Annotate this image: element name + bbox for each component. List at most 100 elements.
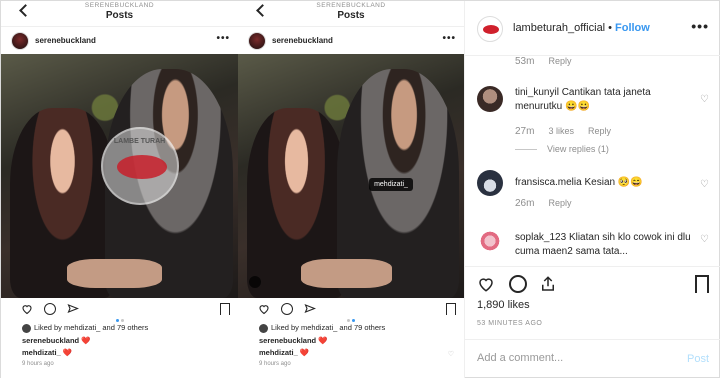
- add-comment-bar: Post: [465, 339, 720, 378]
- top-title: Posts: [105, 10, 134, 21]
- avatar[interactable]: [11, 32, 29, 50]
- view-replies-line: [515, 149, 537, 151]
- caption-heart: ❤️: [318, 336, 328, 345]
- post-button[interactable]: Post: [687, 353, 709, 365]
- post-header: serenebuckland •••: [238, 28, 464, 54]
- comment-time: 27m: [515, 126, 535, 137]
- comment-like-icon[interactable]: ♡: [700, 94, 709, 105]
- liked-by[interactable]: Liked by mehdizati_ and 79 others: [22, 323, 232, 333]
- comment-likes[interactable]: 3 likes: [548, 126, 574, 136]
- commenter-name[interactable]: soplak_123: [515, 232, 566, 243]
- separator-dot: •: [608, 22, 612, 34]
- comment-like-icon[interactable]: ♡: [700, 234, 709, 245]
- time-ago: 9 hours ago: [259, 361, 291, 367]
- comment: mehdizati_ ❤️: [22, 348, 232, 357]
- commenter-name[interactable]: fransisca.melia: [515, 177, 582, 188]
- view-replies-label: View replies (1): [547, 144, 609, 154]
- comment-body: tini_kunyil Cantikan tata janeta menurut…: [515, 86, 691, 114]
- comment-time: 53m: [515, 56, 535, 67]
- liked-by[interactable]: Liked by mehdizati_ and 79 others: [259, 323, 458, 333]
- watermark-logo: LAMBE TURAH: [100, 127, 179, 206]
- post-side-panel: lambeturah_official • Follow ••• 53m Reply …: [464, 1, 720, 378]
- comment-like-icon[interactable]: ♡: [700, 179, 709, 190]
- posted-time: 53 MINUTES AGO: [477, 320, 543, 327]
- comment-like-icon[interactable]: ♡: [448, 350, 454, 358]
- lips-icon: [116, 155, 167, 180]
- caption-user[interactable]: serenebuckland: [22, 336, 79, 345]
- screenshot-frame: SERENEBUCKLAND Posts serenebuckland ••• …: [0, 0, 720, 378]
- post-username[interactable]: serenebuckland: [35, 36, 96, 45]
- send-icon[interactable]: [304, 303, 316, 315]
- top-username: SERENEBUCKLAND: [84, 2, 155, 9]
- post-header: serenebuckland •••: [1, 28, 238, 54]
- comment-body: soplak_123 Kliatan sih klo cowok ini dlu…: [515, 231, 691, 259]
- comment-text: Kesian 🥺😄: [584, 177, 643, 188]
- commenter-avatar[interactable]: [477, 228, 503, 254]
- avatar[interactable]: [248, 32, 266, 50]
- post-username[interactable]: serenebuckland: [272, 36, 333, 45]
- top-username: SERENEBUCKLAND: [316, 2, 386, 9]
- caption: serenebuckland ❤️: [259, 336, 458, 345]
- comment-icon[interactable]: [44, 303, 56, 315]
- top-bar: SERENEBUCKLAND Posts: [1, 1, 238, 27]
- more-options-icon[interactable]: •••: [691, 18, 709, 34]
- photo-hands: [67, 258, 163, 289]
- photo-hands: [301, 258, 392, 289]
- post-actions: [238, 299, 464, 322]
- liked-by-text: Liked by mehdizati_ and 79 others: [271, 323, 386, 332]
- comment-meta: 26m Reply: [515, 198, 571, 209]
- comment: mehdizati_ ❤️: [259, 348, 458, 357]
- heart-icon[interactable]: [477, 275, 495, 293]
- instagram-screenshot-2: SERENEBUCKLAND Posts serenebuckland ••• …: [238, 1, 464, 378]
- caption-user[interactable]: serenebuckland: [259, 336, 316, 345]
- comment-heart: ❤️: [299, 348, 310, 357]
- comment-meta: 27m 3 likes Reply: [515, 126, 611, 137]
- bookmark-icon[interactable]: [220, 303, 230, 315]
- heart-icon[interactable]: [258, 303, 270, 315]
- view-replies[interactable]: View replies (1): [515, 144, 609, 154]
- caption: serenebuckland ❤️: [22, 336, 232, 345]
- account-line: lambeturah_official • Follow: [513, 22, 650, 34]
- bookmark-icon[interactable]: [446, 303, 456, 315]
- user-tag[interactable]: mehdizati_: [369, 178, 413, 192]
- add-comment-input[interactable]: [477, 352, 667, 364]
- liker-avatar: [259, 323, 268, 333]
- comment-user[interactable]: mehdizati_: [22, 348, 61, 357]
- post-actions: [1, 299, 238, 322]
- comment-icon[interactable]: [281, 303, 293, 315]
- liker-avatar: [22, 323, 31, 333]
- time-ago: 9 hours ago: [22, 361, 54, 367]
- comment-heart: ❤️: [62, 348, 73, 357]
- post-photo[interactable]: LAMBE TURAH: [1, 54, 238, 298]
- top-bar: SERENEBUCKLAND Posts: [238, 1, 464, 27]
- reply-button[interactable]: Reply: [588, 126, 611, 136]
- comment-list[interactable]: 53m Reply tini_kunyil Cantikan tata janet…: [465, 56, 720, 266]
- heart-icon[interactable]: [21, 303, 33, 315]
- commenter-name[interactable]: tini_kunyil: [515, 87, 559, 98]
- top-title: Posts: [337, 10, 365, 21]
- comment-time: 26m: [515, 198, 535, 209]
- panel-header: lambeturah_official • Follow •••: [465, 1, 720, 56]
- comment-user[interactable]: mehdizati_: [259, 348, 298, 357]
- more-options-icon[interactable]: •••: [442, 33, 456, 44]
- commenter-avatar[interactable]: [477, 170, 503, 196]
- caption-heart: ❤️: [81, 336, 91, 345]
- watermark-text: LAMBE TURAH: [113, 138, 166, 146]
- account-avatar[interactable]: [477, 16, 503, 42]
- comment-meta: 53m Reply: [515, 56, 571, 67]
- bookmark-icon[interactable]: [695, 275, 709, 293]
- liked-by-text: Liked by mehdizati_ and 79 others: [34, 323, 149, 332]
- comment-body: fransisca.melia Kesian 🥺😄: [515, 176, 691, 190]
- send-icon[interactable]: [67, 303, 79, 315]
- instagram-screenshot-1: SERENEBUCKLAND Posts serenebuckland ••• …: [1, 1, 238, 378]
- comment-icon[interactable]: [509, 275, 527, 293]
- more-options-icon[interactable]: •••: [216, 33, 230, 44]
- reply-button[interactable]: Reply: [548, 198, 571, 208]
- reply-button[interactable]: Reply: [548, 56, 571, 66]
- commenter-avatar[interactable]: [477, 86, 503, 112]
- likes-count[interactable]: 1,890 likes: [477, 299, 530, 311]
- share-icon[interactable]: [539, 275, 557, 293]
- account-name[interactable]: lambeturah_official: [513, 22, 605, 34]
- follow-button[interactable]: Follow: [615, 22, 650, 34]
- post-photo[interactable]: mehdizati_: [238, 54, 464, 298]
